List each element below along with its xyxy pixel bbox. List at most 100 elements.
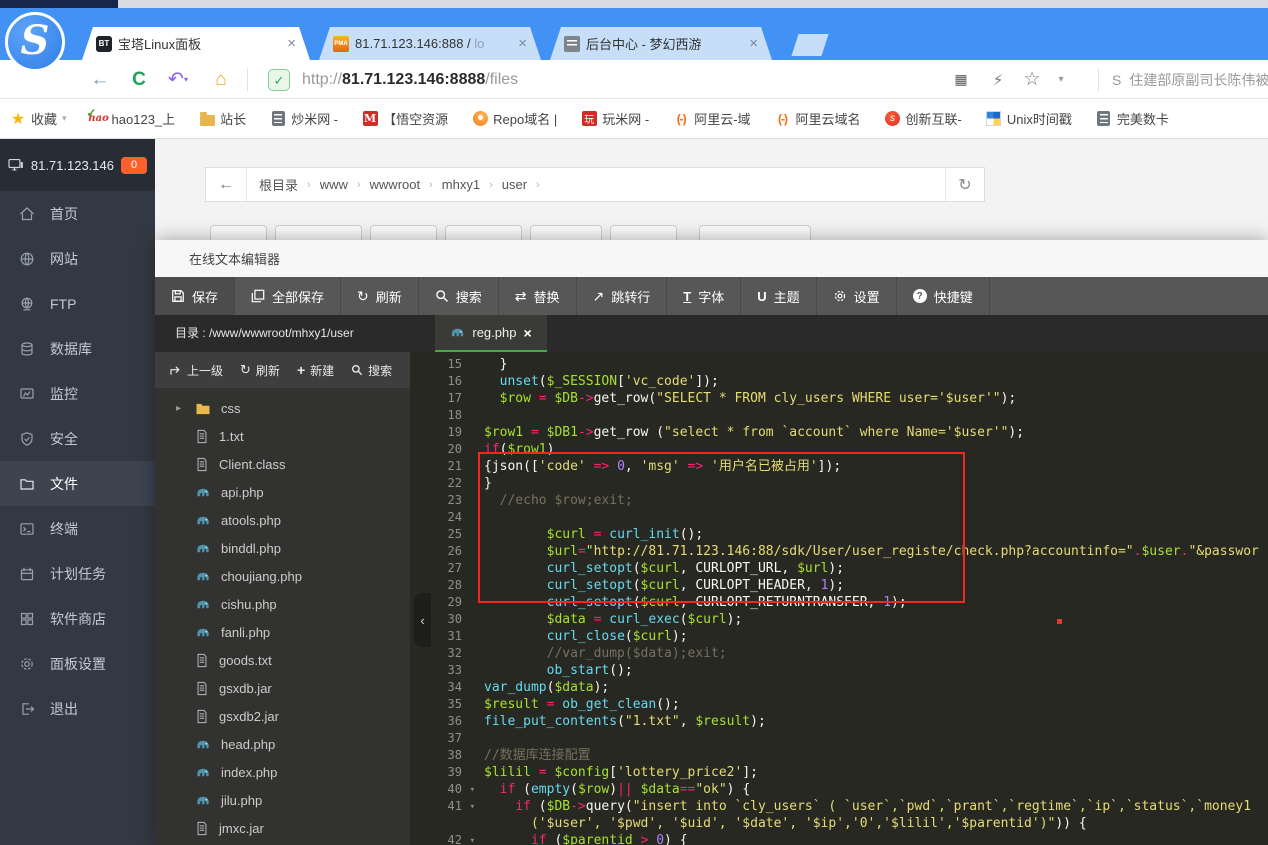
breadcrumb-item[interactable]: mhxy1 <box>442 177 480 192</box>
undo-icon[interactable]: ↶▾ <box>163 60 193 99</box>
server-monitor-icon <box>8 157 24 173</box>
message-badge[interactable]: 0 <box>121 157 147 174</box>
sidebar-item-folder[interactable]: 文件 <box>0 461 155 506</box>
home-icon[interactable]: ⌂ <box>206 60 236 99</box>
favorite-star-icon[interactable]: ☆ <box>1018 60 1046 99</box>
tree-file-atools.php[interactable]: atools.php <box>155 506 410 534</box>
tree-button-plus[interactable]: +新建 <box>297 362 334 379</box>
sidebar-item-shield[interactable]: 安全 <box>0 416 155 461</box>
bookmark-item[interactable]: M【悟空资源 <box>362 109 448 128</box>
browser-tab-2[interactable]: PMA81.71.123.146:888 / lo× <box>319 27 541 60</box>
news-ticker[interactable]: S 住建部原副司长陈伟被 <box>1112 60 1268 99</box>
editor-button-theme[interactable]: U主题 <box>741 277 816 315</box>
line-number: 23 <box>410 492 478 509</box>
tab-close-icon[interactable]: × <box>516 36 529 51</box>
bookmark-item[interactable]: Repo域名 | <box>472 109 557 128</box>
folder-caret-icon[interactable]: ▸ <box>176 403 181 414</box>
sidebar-item-monitor[interactable]: 监控 <box>0 371 155 416</box>
browser-tab-1[interactable]: BT宝塔Linux面板× <box>82 27 310 60</box>
tab-close-icon[interactable]: × <box>747 36 760 51</box>
tree-file-gsxdb.jar[interactable]: gsxdb.jar <box>155 674 410 702</box>
replace-icon: ⇄ <box>515 289 527 304</box>
editor-button-goto[interactable]: ↗跳转行 <box>577 277 668 315</box>
path-back-button[interactable]: ← <box>206 168 247 201</box>
sidebar-item-site[interactable]: 网站 <box>0 236 155 281</box>
bookmark-item[interactable]: Unix时间戳 <box>986 109 1072 128</box>
breadcrumb-item[interactable]: wwwroot <box>370 177 421 192</box>
tree-file-jmxc.jar[interactable]: jmxc.jar <box>155 814 410 842</box>
bookmark-item[interactable]: (-)阿里云域名 <box>775 109 861 128</box>
bookmark-item[interactable]: (-)阿里云-域 <box>673 109 750 128</box>
sidebar-item-term[interactable]: 终端 <box>0 506 155 551</box>
bookmark-item[interactable]: 玩玩米网 - <box>581 109 649 128</box>
bookmark-item[interactable]: ✓haohao123_上 <box>91 109 176 128</box>
tree-folder-css[interactable]: ▸css <box>155 394 410 422</box>
tree-file-fanli.php[interactable]: fanli.php <box>155 618 410 646</box>
tree-file-index.php[interactable]: index.php <box>155 758 410 786</box>
editor-button-refresh[interactable]: ↻刷新 <box>341 277 419 315</box>
toolbar-caret-icon[interactable]: ▾ <box>1050 60 1072 99</box>
editor-button-keys[interactable]: ?快捷键 <box>897 277 990 315</box>
tree-collapse-handle[interactable]: ‹ <box>414 593 431 647</box>
tree-file-choujiang.php[interactable]: choujiang.php <box>155 562 410 590</box>
bookmark-item[interactable]: s创新互联- <box>885 109 962 128</box>
tree-button-refresh[interactable]: ↻刷新 <box>240 362 280 379</box>
tree-file-api.php[interactable]: api.php <box>155 478 410 506</box>
code-editor[interactable]: 15 }16 unset($_SESSION['vc_code']);17 $r… <box>410 352 1268 845</box>
editor-button-saveall[interactable]: 全部保存 <box>235 277 341 315</box>
tree-file-cishu.php[interactable]: cishu.php <box>155 590 410 618</box>
sogou-logo-icon[interactable]: S <box>5 12 65 72</box>
bookmark-item[interactable]: 炒米网 - <box>270 109 338 128</box>
editor-button-replace[interactable]: ⇄替换 <box>499 277 577 315</box>
sidebar-item-gear[interactable]: 面板设置 <box>0 641 155 686</box>
path-refresh-button[interactable]: ↻ <box>945 168 984 201</box>
url-text[interactable]: http://81.71.123.146:8888/files <box>302 60 518 99</box>
sidebar-item-exit[interactable]: 退出 <box>0 686 155 731</box>
new-tab-button[interactable] <box>791 34 828 56</box>
tree-file-head.php[interactable]: head.php <box>155 730 410 758</box>
sidebar-item-ftp[interactable]: FTP <box>0 281 155 326</box>
editor-button-font[interactable]: T字体 <box>667 277 741 315</box>
editor-button-search[interactable]: 搜索 <box>419 277 499 315</box>
tree-file-binddl.php[interactable]: binddl.php <box>155 534 410 562</box>
qrcode-icon[interactable]: ▦ <box>946 60 974 99</box>
breadcrumb-item[interactable]: 根目录 <box>259 175 298 194</box>
bookmark-item[interactable]: 站长 <box>199 109 246 128</box>
fold-caret-icon[interactable]: ▾ <box>470 833 475 845</box>
tree-file-Client.class[interactable]: Client.class <box>155 450 410 478</box>
editor-button-settings[interactable]: 设置 <box>817 277 897 315</box>
fold-caret-icon[interactable]: ▾ <box>470 782 475 799</box>
breadcrumb-item[interactable]: user <box>502 177 527 192</box>
bookmark-item[interactable]: ★收藏▾ <box>10 109 67 128</box>
back-icon[interactable]: ← <box>85 60 115 99</box>
tree-file-goods.txt[interactable]: goods.txt <box>155 646 410 674</box>
code-text: if($row1) <box>478 441 554 458</box>
flash-icon[interactable]: ⚡ <box>984 60 1012 99</box>
tree-file-jilu.php[interactable]: jilu.php <box>155 786 410 814</box>
editor-button-save[interactable]: 保存 <box>155 277 235 315</box>
fold-caret-icon[interactable]: ▾ <box>470 799 475 816</box>
tab-close-icon[interactable]: × <box>523 325 531 341</box>
security-shield-icon[interactable]: ✓ <box>268 69 290 91</box>
doc-icon <box>195 681 209 696</box>
sidebar-item-home[interactable]: 首页 <box>0 191 155 236</box>
tree-button-label: 刷新 <box>256 362 280 379</box>
reload-icon[interactable]: C <box>124 60 154 99</box>
tree-button-search[interactable]: 搜索 <box>351 362 392 379</box>
bookmark-label: 完美数卡 <box>1117 109 1169 128</box>
server-header[interactable]: 81.71.123.146 0 <box>0 139 155 191</box>
sidebar-item-cal[interactable]: 计划任务 <box>0 551 155 596</box>
browser-tab-3[interactable]: 后台中心 - 梦幻西游 × <box>550 27 772 60</box>
breadcrumb-item[interactable]: www <box>320 177 348 192</box>
line-number: 21 <box>410 458 478 475</box>
tree-file-gsxdb2.jar[interactable]: gsxdb2.jar <box>155 702 410 730</box>
tree-file-1.txt[interactable]: 1.txt <box>155 422 410 450</box>
tree-button-up[interactable]: 上一级 <box>169 362 223 379</box>
bookmark-item[interactable]: 完美数卡 <box>1096 109 1169 128</box>
sidebar-item-db[interactable]: 数据库 <box>0 326 155 371</box>
tab-close-icon[interactable]: × <box>285 36 298 51</box>
editor-file-tab[interactable]: reg.php × <box>435 315 547 352</box>
tab-title: 后台中心 - 梦幻西游 <box>586 34 741 53</box>
sidebar-item-store[interactable]: 软件商店 <box>0 596 155 641</box>
bookmark-caret-icon[interactable]: ▾ <box>62 113 67 124</box>
